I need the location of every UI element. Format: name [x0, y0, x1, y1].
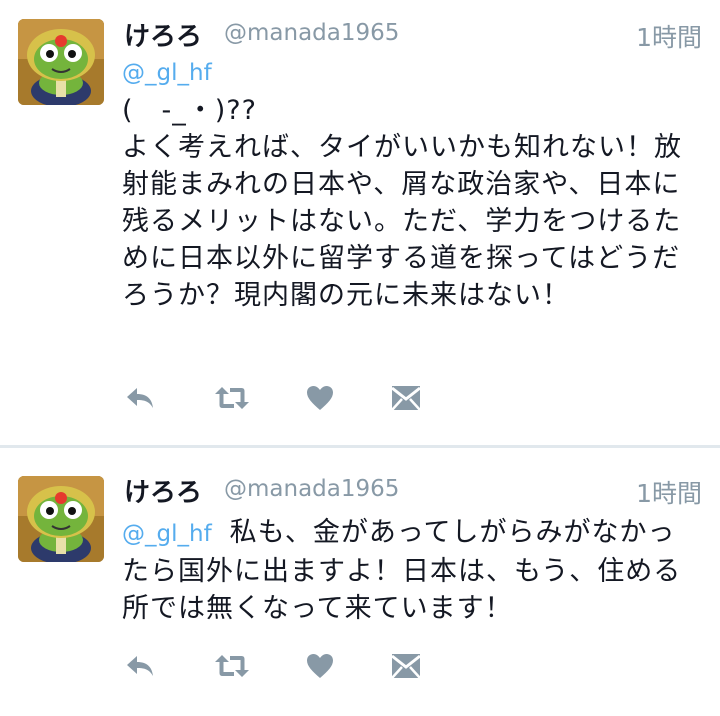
- avatar[interactable]: [18, 476, 104, 562]
- tweet-item[interactable]: けろろ @manada1965 1時間 @_gl_hf ( -_・)?? よく考…: [0, 0, 720, 446]
- tweet-text: @_gl_hf 私も、金があってしがらみがなかったら国外に出ますよ！日本は、もう、…: [122, 514, 702, 627]
- dm-button[interactable]: [386, 646, 426, 686]
- user-handle[interactable]: @manada1965: [224, 476, 399, 502]
- tweet-text: ( -_・)?? よく考えれば、タイがいいかも知れない！放射能まみれの日本や、屑…: [122, 95, 682, 311]
- display-name[interactable]: けろろ: [124, 16, 202, 53]
- dm-icon: [391, 386, 421, 411]
- retweet-button[interactable]: [212, 646, 252, 686]
- tweet-actions: [120, 378, 440, 418]
- retweet-button[interactable]: [212, 378, 252, 418]
- tweet-actions: [120, 646, 440, 686]
- reply-mention[interactable]: @_gl_hf: [122, 60, 212, 86]
- like-icon: [307, 654, 333, 678]
- timestamp: 1時間: [636, 23, 702, 52]
- timestamp: 1時間: [636, 479, 702, 508]
- reply-icon: [127, 656, 153, 676]
- retweet-icon: [215, 655, 249, 677]
- dm-button[interactable]: [386, 378, 426, 418]
- like-icon: [307, 386, 333, 410]
- reply-icon: [127, 388, 153, 408]
- reply-button[interactable]: [120, 378, 160, 418]
- user-handle[interactable]: @manada1965: [224, 20, 399, 46]
- like-button[interactable]: [300, 646, 340, 686]
- reply-mention[interactable]: @_gl_hf: [122, 521, 212, 547]
- retweet-icon: [215, 387, 249, 409]
- display-name[interactable]: けろろ: [124, 472, 202, 509]
- dm-icon: [391, 654, 421, 679]
- avatar[interactable]: [18, 19, 104, 105]
- tweet-item[interactable]: けろろ @manada1965 1時間 @_gl_hf 私も、金があってしがらみが…: [0, 448, 720, 716]
- like-button[interactable]: [300, 378, 340, 418]
- reply-button[interactable]: [120, 646, 160, 686]
